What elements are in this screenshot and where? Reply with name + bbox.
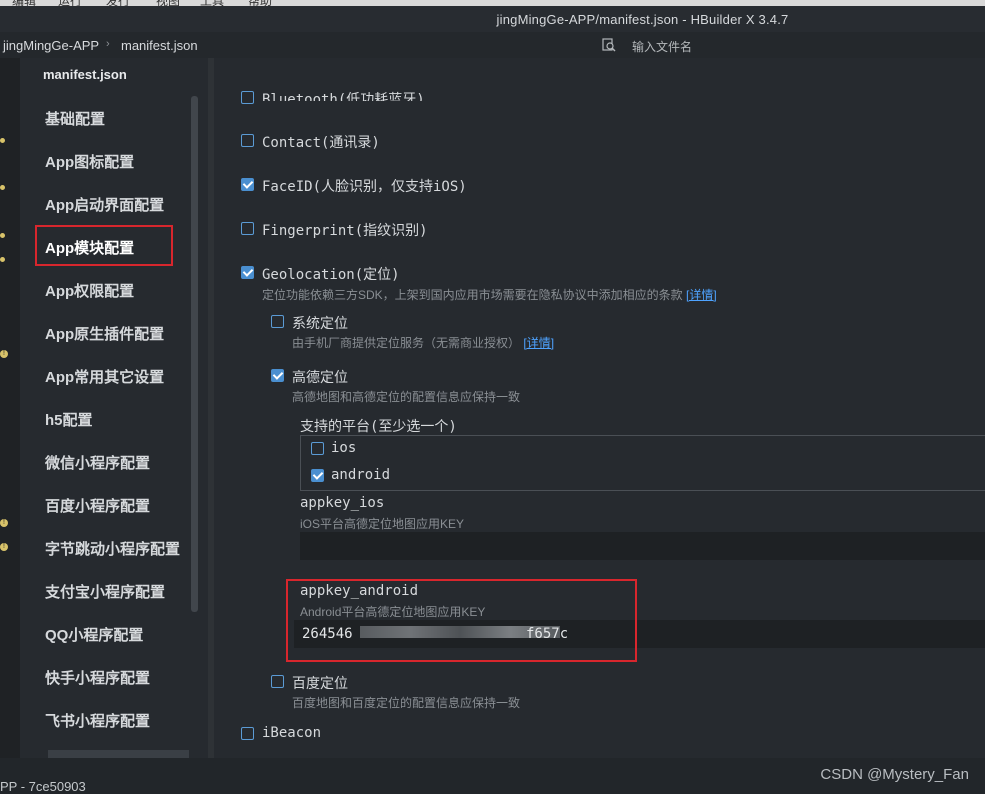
checkbox-platform-android[interactable]	[311, 469, 324, 482]
status-bar: PP - 7ce50903 CSDN @Mystery_Fan	[0, 758, 985, 794]
sidebar-item-toutiao[interactable]: 字节跳动小程序配置	[45, 538, 180, 559]
platforms-label: 支持的平台(至少选一个)	[300, 419, 457, 435]
sidebar-item-app-icon[interactable]: App图标配置	[45, 151, 134, 172]
breadcrumb-file[interactable]: manifest.json	[121, 38, 198, 53]
appkey-ios-label: appkey_ios	[300, 495, 385, 511]
highlight-box-active-item	[35, 225, 173, 266]
checkbox-fingerprint[interactable]	[241, 222, 254, 235]
sidebar-item-app-permissions[interactable]: App权限配置	[45, 280, 134, 301]
checkbox-faceid[interactable]	[241, 178, 254, 191]
breadcrumb-separator-icon: ›	[106, 38, 110, 50]
platforms-box	[300, 435, 985, 491]
sidebar-item-baidu[interactable]: 百度小程序配置	[45, 495, 150, 516]
baidu-location-description: 百度地图和百度定位的配置信息应保持一致	[292, 696, 521, 710]
label-baidu-location: 百度定位	[292, 675, 348, 691]
title-bar: jingMingGe-APP/manifest.json - HBuilder …	[0, 6, 985, 32]
file-search-icon[interactable]	[602, 38, 616, 52]
amap-description: 高德地图和高德定位的配置信息应保持一致	[292, 390, 521, 404]
geolocation-detail-link[interactable]: [详情]	[686, 288, 717, 302]
checkbox-bluetooth[interactable]	[241, 91, 254, 104]
editor-gutter: ! ! !	[0, 58, 20, 758]
appkey-ios-input[interactable]	[300, 532, 985, 560]
label-contact: Contact(通讯录)	[262, 135, 380, 151]
file-search-input[interactable]: 输入文件名	[632, 38, 692, 55]
sidebar-item-kuaishou[interactable]: 快手小程序配置	[45, 667, 150, 688]
gutter-warning-icon: !	[0, 543, 8, 551]
gutter-warning-icon: !	[0, 350, 8, 358]
sidebar-scrollbar[interactable]	[191, 96, 198, 612]
label-platform-ios: ios	[331, 440, 357, 456]
checkbox-ibeacon[interactable]	[241, 727, 254, 740]
sidebar-item-app-other-settings[interactable]: App常用其它设置	[45, 366, 164, 387]
system-location-description: 由手机厂商提供定位服务（无需商业授权） [详情]	[292, 334, 554, 351]
gutter-marker	[0, 185, 5, 190]
system-location-detail-link[interactable]: [详情]	[523, 336, 554, 350]
label-geolocation: Geolocation(定位)	[262, 267, 400, 283]
window-title: jingMingGe-APP/manifest.json - HBuilder …	[496, 12, 789, 27]
sidebar-item-basic[interactable]: 基础配置	[45, 108, 105, 129]
sidebar-item-alipay[interactable]: 支付宝小程序配置	[45, 581, 165, 602]
checkbox-amap-location[interactable]	[271, 369, 284, 382]
label-system-location: 系统定位	[292, 315, 348, 331]
appkey-ios-description: iOS平台高德定位地图应用KEY	[300, 517, 465, 531]
gutter-marker	[0, 233, 5, 238]
highlight-box-appkey-android	[286, 579, 637, 662]
checkbox-platform-ios[interactable]	[311, 442, 324, 455]
sidebar-item-app-native-plugins[interactable]: App原生插件配置	[45, 323, 164, 344]
main-scrollbar-track[interactable]	[208, 58, 214, 758]
label-bluetooth: Bluetooth(低功耗蓝牙)	[262, 92, 425, 101]
geolocation-desc-text: 定位功能依赖三方SDK，上架到国内应用市场需要在隐私协议中添加相应的条款	[262, 288, 683, 302]
sidebar-item-qq[interactable]: QQ小程序配置	[45, 624, 143, 645]
status-project-text: PP - 7ce50903	[0, 779, 86, 794]
geolocation-description: 定位功能依赖三方SDK，上架到国内应用市场需要在隐私协议中添加相应的条款 [详情…	[262, 286, 717, 303]
watermark: CSDN @Mystery_Fan	[820, 766, 969, 783]
label-amap-location: 高德定位	[292, 369, 348, 385]
checkbox-baidu-location[interactable]	[271, 675, 284, 688]
breadcrumb-project[interactable]: jingMingGe-APP	[3, 38, 99, 53]
gutter-warning-icon: !	[0, 519, 8, 527]
label-ibeacon: iBeacon	[262, 725, 322, 741]
sidebar-item-h5[interactable]: h5配置	[45, 409, 93, 430]
sidebar-item-weixin[interactable]: 微信小程序配置	[45, 452, 150, 473]
label-fingerprint: Fingerprint(指纹识别)	[262, 223, 428, 239]
config-sidebar: manifest.json 基础配置 App图标配置 App启动界面配置 App…	[20, 58, 200, 758]
address-bar: jingMingGe-APP › manifest.json 输入文件名	[0, 32, 985, 59]
checkbox-system-location[interactable]	[271, 315, 284, 328]
tab-manifest[interactable]: manifest.json	[43, 67, 127, 82]
sidebar-item-app-splash[interactable]: App启动界面配置	[45, 194, 164, 215]
system-location-desc-text: 由手机厂商提供定位服务（无需商业授权）	[292, 336, 521, 350]
gutter-marker	[0, 257, 5, 262]
label-platform-android: android	[331, 467, 391, 483]
checkbox-geolocation[interactable]	[241, 266, 254, 279]
sidebar-item-lark[interactable]: 飞书小程序配置	[45, 710, 150, 731]
label-faceid: FaceID(人脸识别，仅支持iOS)	[262, 179, 467, 195]
checkbox-contact[interactable]	[241, 134, 254, 147]
gutter-marker	[0, 138, 5, 143]
sidebar-horizontal-scrollbar[interactable]	[48, 750, 189, 758]
